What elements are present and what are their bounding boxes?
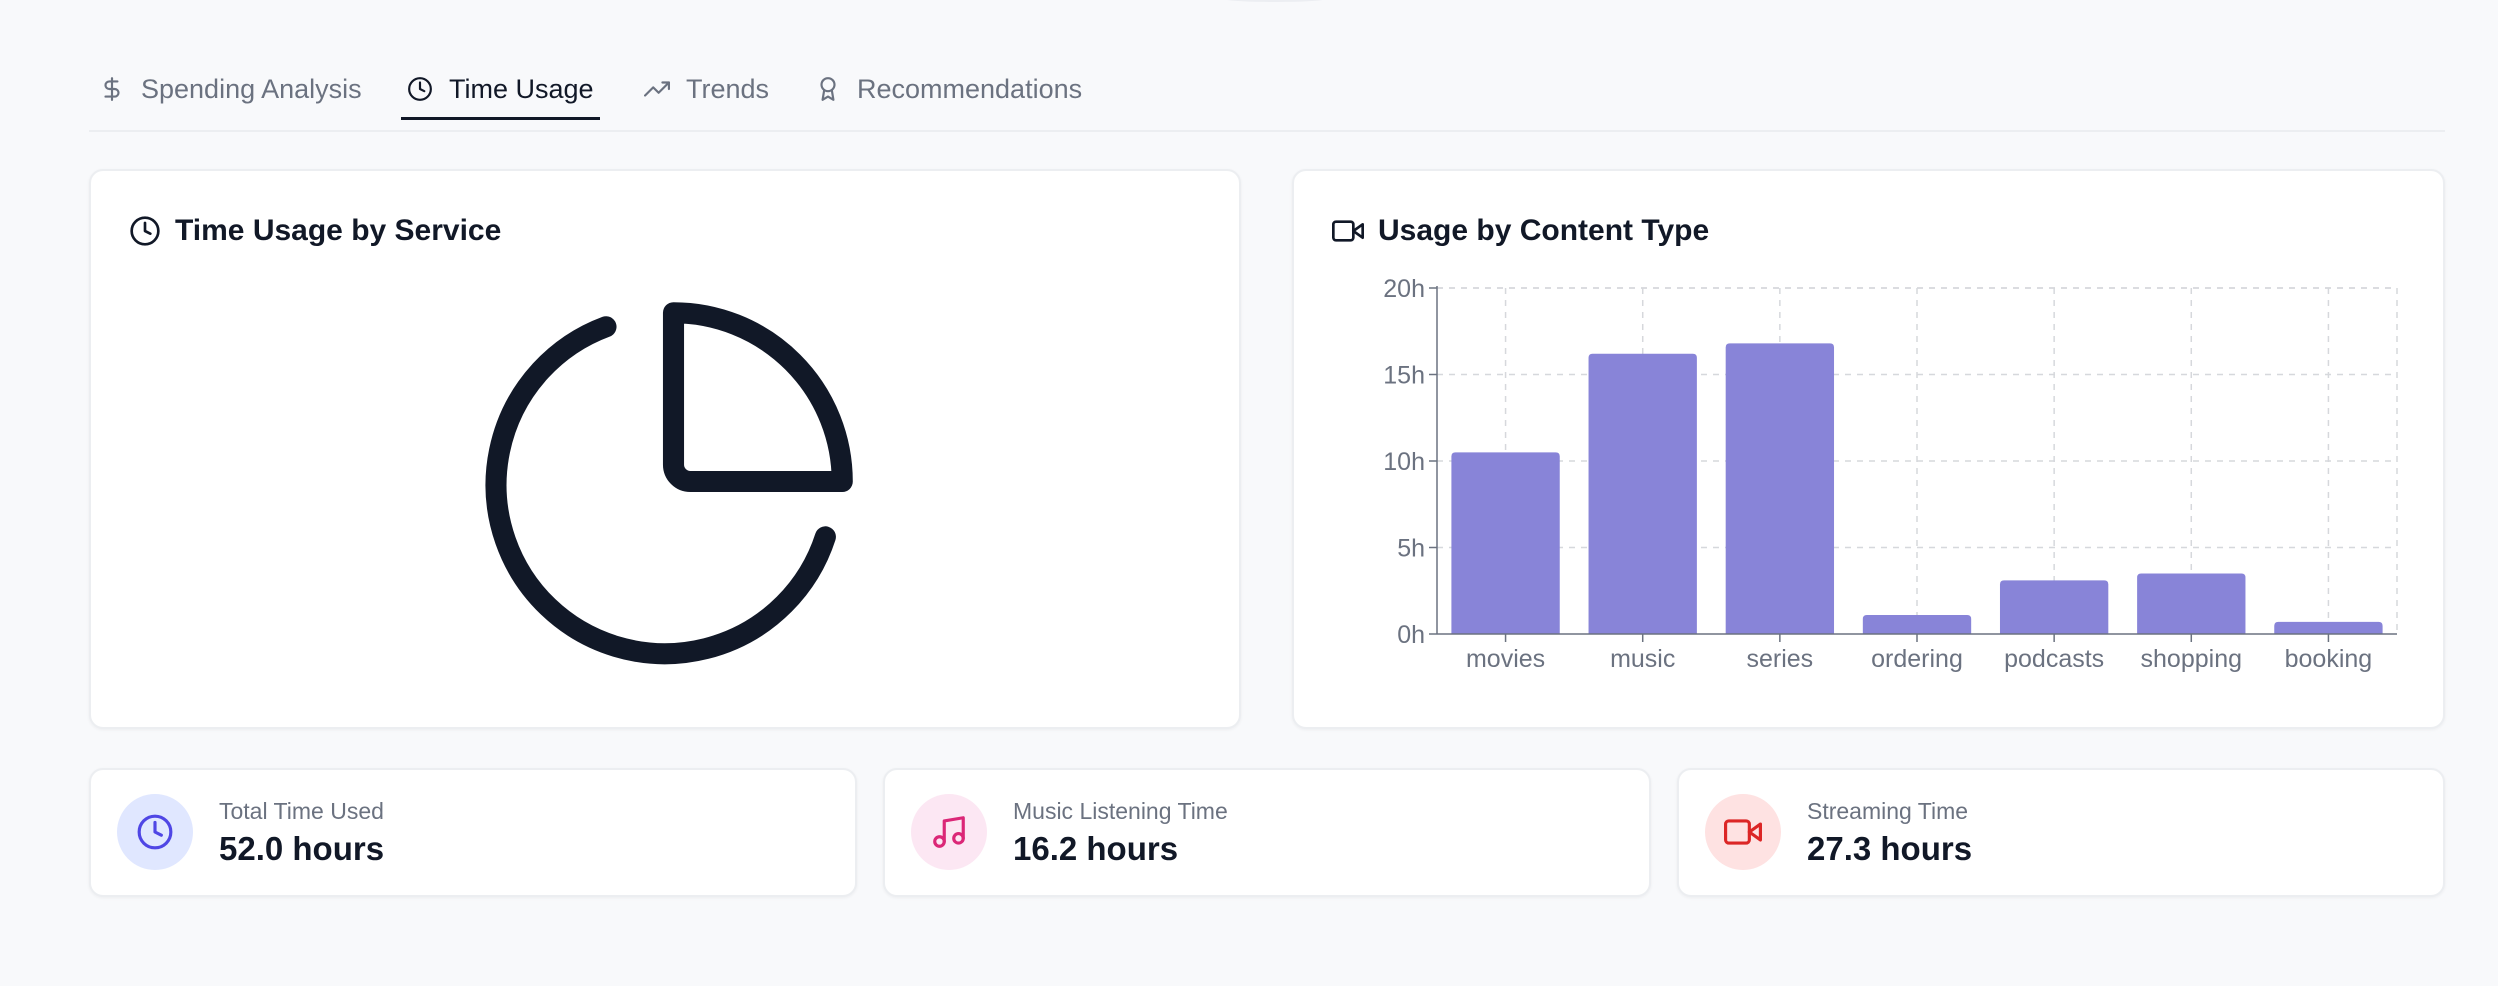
bar-series[interactable] — [1725, 343, 1835, 634]
stat-value: 52.0 hours — [219, 830, 385, 867]
x-tick-label: ordering — [1871, 645, 1963, 673]
stat-icon-circle — [117, 794, 193, 870]
dollar-icon — [104, 77, 120, 101]
y-tick-label: 5h — [1397, 535, 1425, 563]
music-icon — [933, 816, 965, 848]
bar-movies[interactable] — [1451, 452, 1560, 634]
y-tick-label: 20h — [1383, 275, 1425, 303]
stat-value: 27.3 hours — [1807, 830, 1973, 867]
clock-icon — [130, 216, 160, 246]
x-tick-label: movies — [1466, 645, 1545, 673]
bar-shopping[interactable] — [2137, 573, 2246, 634]
bar-ordering[interactable] — [1862, 614, 1972, 634]
x-tick-label: shopping — [2141, 645, 2242, 673]
x-tick-label: podcasts — [2004, 645, 2104, 673]
stat-value: 16.2 hours — [1013, 830, 1179, 867]
x-tick-label: booking — [2285, 645, 2373, 673]
y-tick-label: 15h — [1383, 362, 1425, 390]
bar-booking[interactable] — [2274, 621, 2383, 634]
content-type-bar-chart: 0h 5h 10h 15h 20h movies music series ordering po… — [1383, 275, 2398, 673]
stat-icon-circle — [911, 794, 987, 870]
card-title: Time Usage by Service — [129, 214, 501, 248]
bar-music[interactable] — [1588, 353, 1697, 634]
stat-icon-circle — [1705, 794, 1781, 870]
tab-time-usage[interactable]: Time Usage — [401, 60, 600, 120]
clock-icon — [408, 77, 432, 101]
x-tick-label: series — [1747, 645, 1814, 673]
card-title-text: Time Usage by Service — [175, 214, 502, 247]
stat-label: Streaming Time — [1807, 798, 1969, 824]
tab-label: Time Usage — [449, 73, 594, 104]
bar-podcasts[interactable] — [1999, 580, 2109, 634]
video-icon — [1724, 819, 1762, 845]
x-tick-label: music — [1610, 645, 1675, 673]
award-icon — [820, 77, 836, 101]
y-tick-label: 0h — [1397, 621, 1425, 649]
stat-card-music-time: Music Listening Time 16.2 hours — [883, 768, 1651, 897]
stat-label: Total Time Used — [219, 798, 384, 824]
top-edge-shadow — [1220, 0, 1330, 2]
stat-card-streaming-time: Streaming Time 27.3 hours — [1677, 768, 2445, 897]
clock-icon — [137, 814, 173, 850]
tab-recommendations[interactable]: Recommendations — [815, 60, 1082, 118]
time-usage-by-service-card: Time Usage by Service — [89, 169, 1241, 729]
tab-label: Recommendations — [857, 73, 1083, 104]
stat-label: Music Listening Time — [1013, 798, 1228, 824]
tab-label: Spending Analysis — [141, 73, 362, 104]
pie-chart-icon — [485, 302, 853, 665]
stat-card-total-time: Total Time Used 52.0 hours — [89, 768, 857, 897]
trending-up-icon — [644, 81, 670, 97]
tab-trends[interactable]: Trends — [644, 60, 769, 118]
usage-by-content-type-card: Usage by Content Type 0h 5h 10h 15h 20h movie… — [1292, 169, 2445, 729]
tab-spending-analysis[interactable]: Spending Analysis — [99, 60, 362, 118]
tab-bar: Spending Analysis Time Usage Trends Reco… — [89, 60, 2445, 132]
tab-label: Trends — [686, 73, 770, 104]
y-tick-label: 10h — [1383, 448, 1425, 476]
